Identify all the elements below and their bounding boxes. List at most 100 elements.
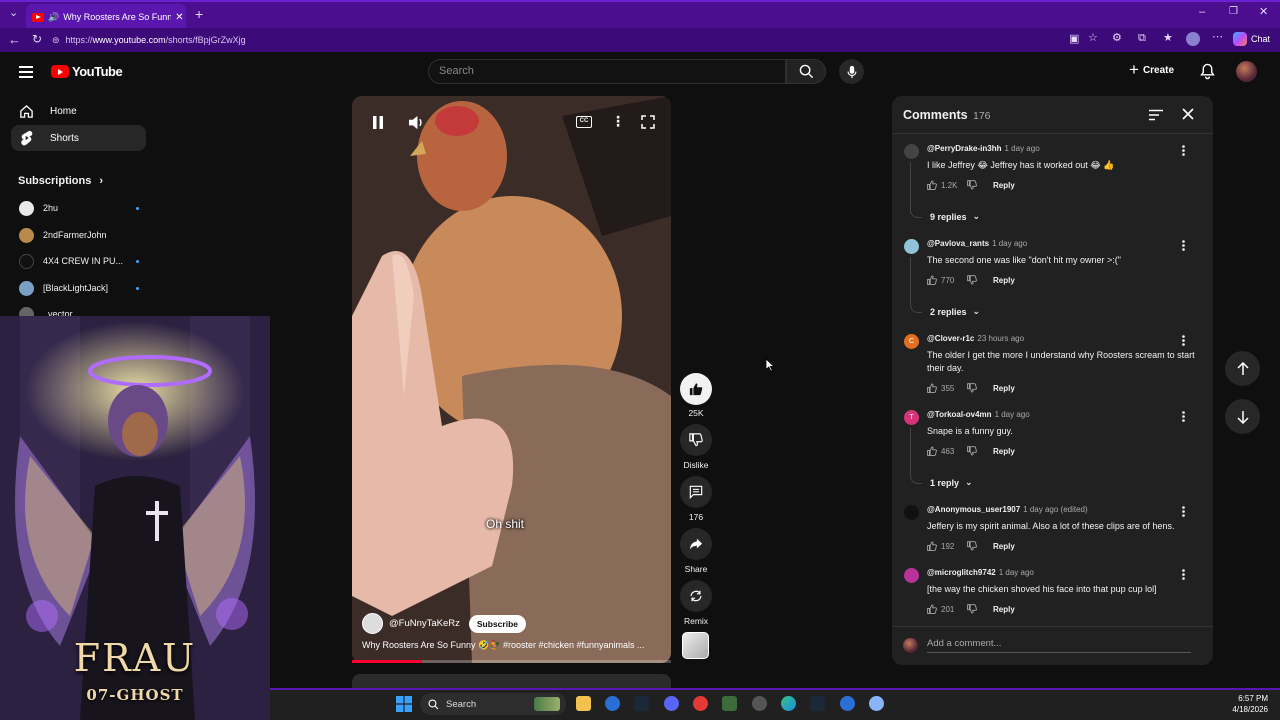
reply-button[interactable]: Reply [993,384,1015,393]
edge-dev-icon[interactable] [605,696,620,711]
edge-beta-icon[interactable] [840,696,855,711]
comment-more-icon[interactable] [1182,240,1185,251]
sort-comments-button[interactable] [1149,109,1163,121]
thumbs-down-icon[interactable] [967,180,977,190]
shorts-video-player[interactable] [352,96,671,663]
window-close-icon[interactable]: ✕ [1259,7,1268,18]
comment-author[interactable]: @Torkoal-ov4mn [927,410,992,419]
comment-author[interactable]: @PerryDrake-in3hh [927,144,1002,153]
search-button[interactable] [786,59,826,84]
more-menu-icon[interactable]: ⋯ [1212,32,1223,43]
thumbs-up-icon[interactable] [927,604,937,614]
reply-button[interactable]: Reply [993,605,1015,614]
comment-more-icon[interactable] [1182,506,1185,517]
browser-tab-active[interactable]: 🔊 Why Roosters Are So Funny 🤣 ✕ [26,4,186,30]
user-avatar[interactable] [1236,61,1257,82]
comment-author[interactable]: @Clover-r1c [927,334,974,343]
comments-button[interactable] [680,476,712,508]
previous-short-button[interactable] [1225,351,1260,386]
restore-icon[interactable]: ❐ [1229,7,1238,17]
app-globe-icon[interactable] [869,696,884,711]
sidebar-subscription-4x4crew[interactable]: 4X4 CREW IN PU... [19,252,139,270]
reply-button[interactable]: Reply [993,542,1015,551]
favorites-icon[interactable]: ★ [1163,33,1173,44]
channel-avatar[interactable] [362,613,383,634]
subscriptions-header[interactable]: Subscriptions › [18,175,103,187]
steam-icon[interactable] [634,696,649,711]
notifications-bell-icon[interactable] [1200,63,1215,80]
comment-author[interactable]: @microglitch9742 [927,568,996,577]
video-title[interactable]: Why Roosters Are So Funny 🤣🐓 #rooster #c… [362,640,658,651]
comment-more-icon[interactable] [1182,145,1185,156]
commenter-avatar[interactable] [904,568,919,583]
youtube-logo[interactable]: YouTube [51,64,123,79]
back-icon[interactable]: ← [8,33,21,46]
favorite-star-icon[interactable]: ☆ [1088,33,1098,44]
thumbs-up-icon[interactable] [927,275,937,285]
replies-toggle[interactable]: 9 replies ⌄ [930,211,980,222]
sidebar-item-shorts[interactable]: Shorts [11,125,146,151]
player-more-icon[interactable]: ⋮ [611,114,625,128]
close-comments-button[interactable] [1182,108,1194,120]
tab-list-chevron-icon[interactable]: ⌄ [9,8,18,19]
minecraft-icon[interactable] [722,696,737,711]
reply-button[interactable]: Reply [993,276,1015,285]
refresh-icon[interactable]: ↻ [32,33,42,45]
url-field[interactable]: ⊜ https://www.youtube.com/shorts/fBpjGrZ… [52,31,1062,49]
share-button[interactable] [680,528,712,560]
profile-avatar-icon[interactable] [1186,32,1200,46]
comment-more-icon[interactable] [1182,411,1185,422]
volume-button[interactable] [408,115,425,130]
video-progress-bar[interactable] [352,660,671,663]
reply-button[interactable]: Reply [993,447,1015,456]
file-explorer-icon[interactable] [576,696,591,711]
edge-browser-icon[interactable] [781,696,796,711]
tab-close-icon[interactable]: ✕ [175,12,183,23]
extensions-icon[interactable]: ⚙ [1112,33,1122,44]
add-comment-input[interactable]: Add a comment... [927,638,1191,653]
app-s-icon[interactable] [693,696,708,711]
sidebar-subscription-2hu[interactable]: 2hu [19,199,139,217]
comment-author[interactable]: @Anonymous_user1907 [927,505,1020,514]
commenter-avatar[interactable] [904,144,919,159]
sidebar-item-home[interactable]: Home [11,98,146,124]
app-available-icon[interactable]: ▣ [1069,34,1079,45]
commenter-avatar[interactable] [904,505,919,520]
taskbar-search[interactable]: Search [420,693,566,715]
pause-button[interactable] [372,116,384,129]
remix-button[interactable] [680,580,712,612]
comment-more-icon[interactable] [1182,569,1185,580]
new-tab-icon[interactable]: + [195,7,203,21]
taskbar-clock[interactable]: 6:57 PM 4/18/2026 [1224,693,1268,715]
dislike-button[interactable] [680,424,712,456]
steam-alt-icon[interactable] [810,696,825,711]
thumbs-up-icon[interactable] [927,383,937,393]
thumbs-up-icon[interactable] [927,541,937,551]
audio-playing-icon[interactable]: 🔊 [48,12,59,23]
commenter-avatar[interactable]: C [904,334,919,349]
commenter-avatar[interactable]: T [904,410,919,425]
commenter-avatar[interactable] [904,239,919,254]
hamburger-menu-icon[interactable] [19,66,33,81]
voice-search-button[interactable] [839,59,864,84]
thumbs-down-icon[interactable] [967,383,977,393]
minimize-icon[interactable]: – [1199,7,1205,18]
app-gear-icon[interactable] [752,696,767,711]
comment-more-icon[interactable] [1182,335,1185,346]
sidebar-subscription-blacklightjack[interactable]: [BlackLightJack] [19,279,139,297]
windows-start-icon[interactable] [396,696,412,712]
site-info-icon[interactable]: ⊜ [52,35,60,46]
copilot-chat-button[interactable]: Chat [1233,32,1270,46]
thumbs-down-icon[interactable] [967,604,977,614]
split-screen-icon[interactable]: ⧉ [1138,33,1146,44]
channel-handle[interactable]: @FuNnyTaKeRz [389,618,460,629]
sidebar-subscription-2ndfarmerjohn[interactable]: 2ndFarmerJohn [19,226,139,244]
thumbs-down-icon[interactable] [967,275,977,285]
create-button[interactable]: + Create [1129,61,1174,78]
comment-author[interactable]: @Pavlova_rants [927,239,989,248]
search-input[interactable]: Search [428,59,786,84]
thumbs-up-icon[interactable] [927,180,937,190]
reply-button[interactable]: Reply [993,181,1015,190]
thumbs-down-icon[interactable] [967,446,977,456]
closed-captions-icon[interactable]: CC [576,116,592,128]
